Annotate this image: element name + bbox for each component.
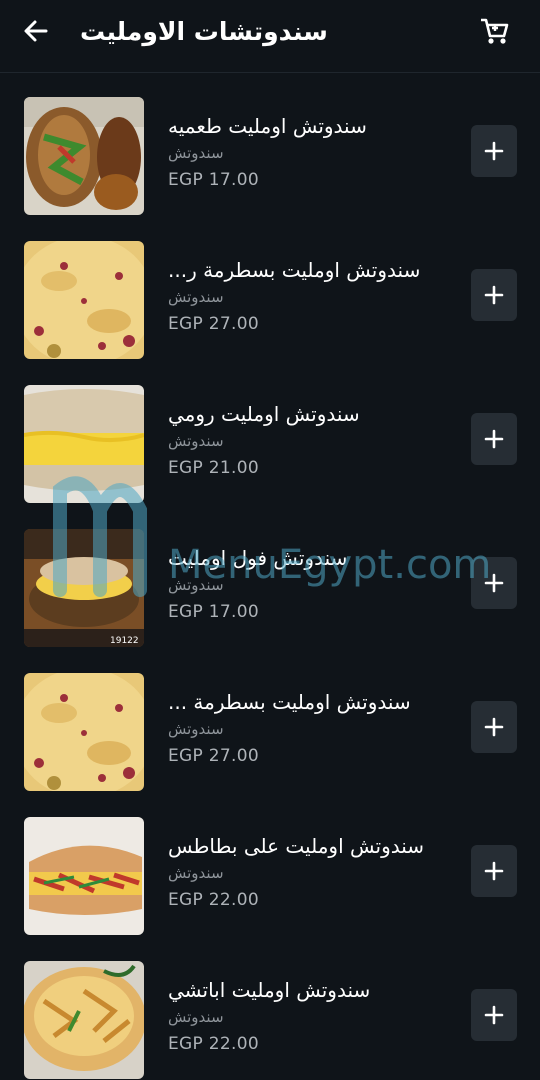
product-name: سندوتش اومليت طعميه <box>168 114 367 138</box>
product-category: سندوتش <box>168 576 224 594</box>
product-category: سندوتش <box>168 1008 224 1026</box>
product-name: سندوتش اومليت على بطاطس <box>168 834 425 858</box>
back-button[interactable] <box>18 14 54 50</box>
plus-icon <box>484 573 504 593</box>
cart-button[interactable] <box>478 14 510 48</box>
product-category: سندوتش <box>168 432 224 450</box>
product-category: سندوتش <box>168 720 224 738</box>
add-to-cart-button[interactable] <box>471 701 517 753</box>
product-name: سندوتش اومليت اباتشي <box>168 978 371 1002</box>
app-header: سندوتشات الاومليت <box>0 0 540 73</box>
add-to-cart-button[interactable] <box>471 845 517 897</box>
product-list: سندوتش اومليت طعميه سندوتش EGP 17.00 سند… <box>0 72 540 1080</box>
list-item[interactable]: سندوتش اومليت بسطرمة ... سندوتش EGP 27.0… <box>0 648 540 792</box>
product-image <box>24 673 144 791</box>
product-image <box>24 241 144 359</box>
add-to-cart-button[interactable] <box>471 125 517 177</box>
product-category: سندوتش <box>168 864 224 882</box>
plus-icon <box>484 141 504 161</box>
list-item[interactable]: سندوتش اومليت بسطرمة ر... سندوتش EGP 27.… <box>0 216 540 360</box>
product-name: سندوتش اومليت بسطرمة ر... <box>168 258 421 282</box>
arrow-left-icon <box>24 20 48 42</box>
cart-icon <box>481 18 509 44</box>
list-item[interactable]: 19122 سندوتش فول اومليت سندوتش EGP 17.00 <box>0 504 540 648</box>
add-to-cart-button[interactable] <box>471 989 517 1041</box>
product-image <box>24 97 144 215</box>
product-price: EGP 21.00 <box>168 458 259 478</box>
add-to-cart-button[interactable] <box>471 269 517 321</box>
product-name: سندوتش اومليت بسطرمة ... <box>168 690 411 714</box>
plus-icon <box>484 1005 504 1025</box>
product-image <box>24 961 144 1079</box>
product-category: سندوتش <box>168 144 224 162</box>
product-price: EGP 27.00 <box>168 746 259 766</box>
page-title: سندوتشات الاومليت <box>80 17 328 46</box>
product-image: 19122 <box>24 529 144 647</box>
plus-icon <box>484 429 504 449</box>
product-price: EGP 17.00 <box>168 170 259 190</box>
product-category: سندوتش <box>168 288 224 306</box>
product-price: EGP 17.00 <box>168 602 259 622</box>
plus-icon <box>484 861 504 881</box>
product-price: EGP 27.00 <box>168 314 259 334</box>
product-price: EGP 22.00 <box>168 1034 259 1054</box>
add-to-cart-button[interactable] <box>471 557 517 609</box>
product-name: سندوتش اومليت رومي <box>168 402 360 426</box>
plus-icon <box>484 285 504 305</box>
list-item[interactable]: سندوتش اومليت طعميه سندوتش EGP 17.00 <box>0 72 540 216</box>
product-image <box>24 385 144 503</box>
plus-icon <box>484 717 504 737</box>
thumb-badge: 19122 <box>110 636 139 646</box>
list-item[interactable]: سندوتش اومليت على بطاطس سندوتش EGP 22.00 <box>0 792 540 936</box>
list-item[interactable]: سندوتش اومليت رومي سندوتش EGP 21.00 <box>0 360 540 504</box>
product-price: EGP 22.00 <box>168 890 259 910</box>
product-image <box>24 817 144 935</box>
list-item[interactable]: سندوتش اومليت اباتشي سندوتش EGP 22.00 <box>0 936 540 1080</box>
product-name: سندوتش فول اومليت <box>168 546 348 570</box>
add-to-cart-button[interactable] <box>471 413 517 465</box>
